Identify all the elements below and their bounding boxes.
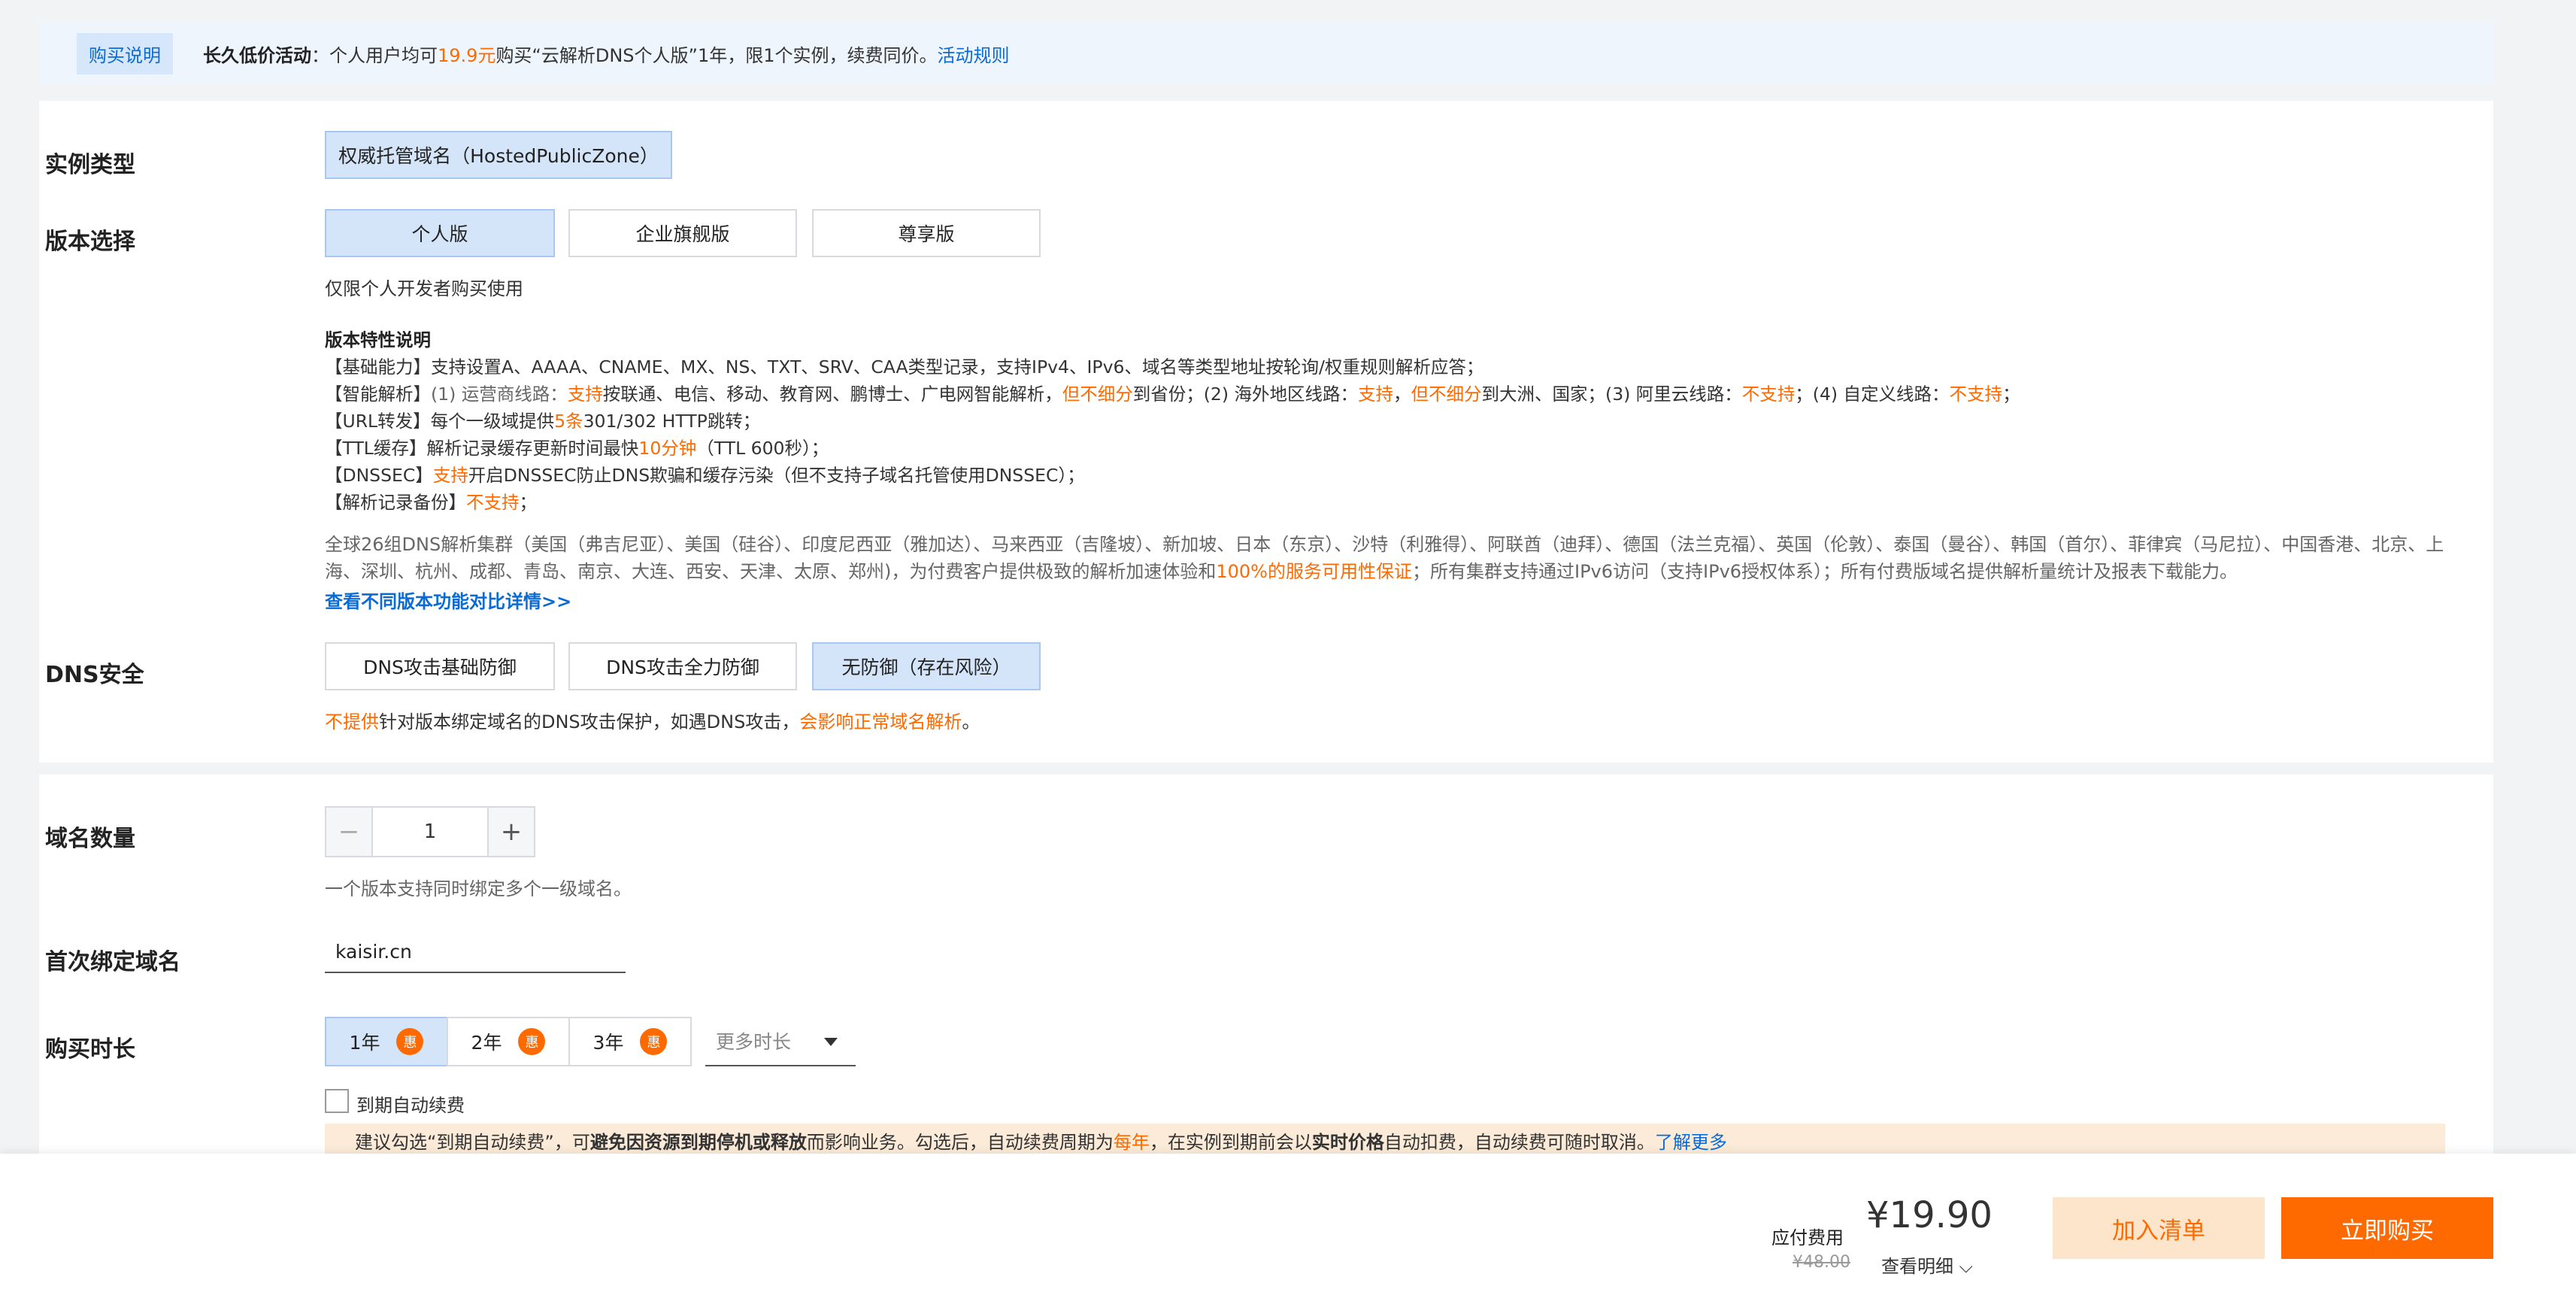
more-duration-select[interactable]: 更多时长 [705, 1017, 856, 1066]
plus-button[interactable]: + [489, 808, 534, 856]
add-to-cart-button[interactable]: 加入清单 [2053, 1197, 2265, 1259]
duration-label: 购买时长 [45, 1036, 135, 1063]
purchase-info-tag: 购买说明 [77, 32, 173, 74]
duration-option-3y[interactable]: 3年惠 [568, 1017, 692, 1066]
edition-option-enterprise[interactable]: 企业旗舰版 [568, 209, 797, 257]
dns-security-option-full[interactable]: DNS攻击全力防御 [568, 642, 797, 690]
duration-option-1y[interactable]: 1年惠 [325, 1017, 448, 1066]
domain-count-hint: 一个版本支持同时绑定多个一级域名。 [325, 878, 632, 899]
chevron-down-icon [824, 1038, 838, 1046]
feature-title: 版本特性说明 [325, 329, 431, 350]
discount-badge: 惠 [640, 1028, 668, 1055]
buy-now-button[interactable]: 立即购买 [2281, 1197, 2493, 1259]
dns-security-label: DNS安全 [45, 662, 144, 688]
domain-count-input[interactable]: 1 [371, 808, 489, 856]
edition-warning: 仅限个人开发者购买使用 [325, 278, 523, 299]
promo-text-prefix: ：个人用户均可 [311, 44, 438, 66]
domain-count-stepper: − 1 + [325, 806, 535, 857]
edition-option-personal[interactable]: 个人版 [325, 209, 555, 257]
promo-notice: 购买说明 长久低价活动 ：个人用户均可 19.9元 购买“云解析DNS个人版”1… [39, 23, 2493, 84]
instance-type-label: 实例类型 [45, 152, 135, 178]
dns-security-note: 不提供针对版本绑定域名的DNS攻击保护，如遇DNS攻击，会影响正常域名解析。 [325, 711, 980, 732]
edition-label: 版本选择 [45, 229, 135, 255]
compare-editions-link[interactable]: 查看不同版本功能对比详情>> [325, 587, 571, 613]
promo-title: 长久低价活动 [203, 44, 311, 66]
duration-option-2y[interactable]: 2年惠 [447, 1017, 570, 1066]
cluster-description: 全球26组DNS解析集群（美国（弗吉尼亚）、美国（硅谷）、印度尼西亚（雅加达）、… [325, 534, 2444, 582]
auto-renew-checkbox[interactable] [325, 1089, 349, 1113]
instance-type-option[interactable]: 权威托管域名（HostedPublicZone） [325, 131, 672, 179]
first-domain-input[interactable]: kaisir.cn [325, 931, 626, 973]
feature-smart: 【智能解析】(1) 运营商线路：支持按联通、电信、移动、教育网、鹏博士、广电网智… [325, 384, 2020, 405]
discount-badge: 惠 [518, 1028, 546, 1055]
price-detail-link[interactable]: 查看明细 ⌵ [1881, 1251, 1973, 1278]
dns-security-option-basic[interactable]: DNS攻击基础防御 [325, 642, 555, 690]
fee-label: 应付费用 [1771, 1227, 1844, 1248]
feature-dnssec: 【DNSSEC】支持开启DNSSEC防止DNS欺骗和缓存污染（但不支持子域名托管… [325, 465, 1085, 486]
first-domain-label: 首次绑定域名 [45, 949, 180, 975]
discount-badge: 惠 [396, 1028, 424, 1055]
original-price: ¥48.00 [1793, 1253, 1850, 1272]
domain-count-label: 域名数量 [45, 826, 135, 852]
learn-more-link[interactable]: 了解更多 [1655, 1127, 1727, 1154]
auto-renew-label[interactable]: 到期自动续费 [356, 1090, 465, 1117]
feature-ttl: 【TTL缓存】解析记录缓存更新时间最快10分钟（TTL 600秒）； [325, 438, 829, 459]
feature-basic: 【基础能力】支持设置A、AAAA、CNAME、MX、NS、TXT、SRV、CAA… [325, 356, 1484, 378]
auto-renew-tip: 建议勾选“到期自动续费”，可 避免因资源到期停机或释放 而影响业务。勾选后，自动续费… [325, 1124, 2445, 1154]
promo-text-suffix: 购买“云解析DNS个人版”1年，限1个实例，续费同价。 [496, 44, 938, 66]
checkout-footer: 应付费用 ¥19.90 ¥48.00 查看明细 ⌵ 加入清单 立即购买 [0, 1154, 2576, 1289]
activity-rules-link[interactable]: 活动规则 [938, 41, 1010, 67]
feature-url: 【URL转发】每个一级域提供5条301/302 HTTP跳转； [325, 411, 761, 432]
feature-backup: 【解析记录备份】不支持； [325, 492, 537, 513]
promo-price: 19.9元 [438, 44, 496, 66]
minus-button[interactable]: − [326, 808, 371, 856]
chevron-down-icon: ⌵ [1953, 1256, 1973, 1277]
edition-option-premium[interactable]: 尊享版 [812, 209, 1041, 257]
total-price: ¥19.90 [1866, 1194, 1993, 1236]
dns-security-option-none[interactable]: 无防御（存在风险） [812, 642, 1041, 690]
